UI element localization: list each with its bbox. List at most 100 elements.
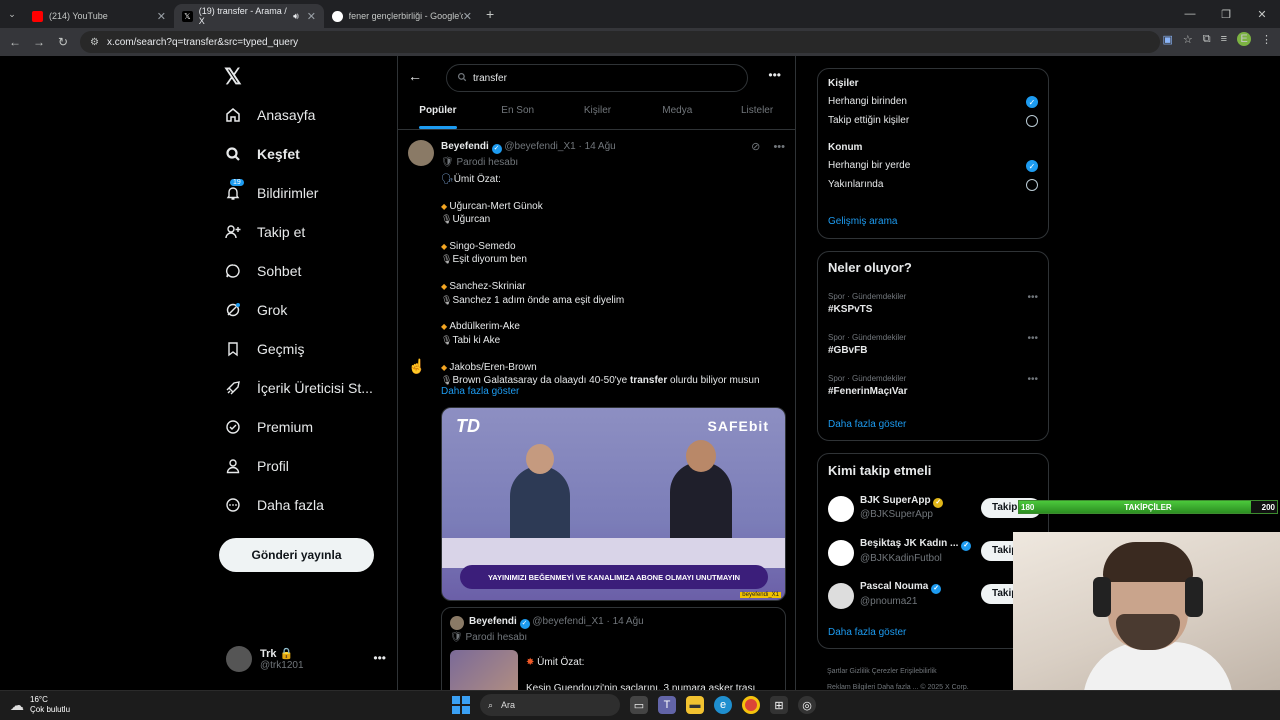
- x-logo[interactable]: 𝕏: [224, 64, 242, 90]
- media-control-icon[interactable]: ≡: [1221, 33, 1227, 45]
- nav-chat[interactable]: Sohbet: [224, 262, 301, 280]
- forward-icon[interactable]: →: [27, 35, 51, 49]
- premium-icon: [224, 418, 242, 436]
- profile-avatar[interactable]: E: [1237, 32, 1251, 46]
- nav-creator-studio[interactable]: İçerik Üreticisi St...: [224, 379, 373, 397]
- close-icon[interactable]: ✕: [157, 10, 166, 23]
- filter-anyone-label[interactable]: Herhangi birinden: [828, 96, 907, 107]
- filter-nearby-radio[interactable]: [1026, 179, 1038, 191]
- avatar[interactable]: [828, 583, 854, 609]
- tab-popular[interactable]: Popüler: [398, 96, 478, 129]
- edge-icon[interactable]: e: [714, 696, 732, 714]
- back-icon[interactable]: ←: [3, 35, 27, 49]
- trend-category: Spor · Gündemdekiler: [828, 292, 907, 301]
- windows-start-icon[interactable]: [452, 696, 470, 714]
- avatar: [450, 616, 464, 630]
- minimize-icon[interactable]: —: [1172, 8, 1208, 20]
- bookmark-star-icon[interactable]: ☆: [1183, 33, 1193, 46]
- weather-widget[interactable]: ☁ 16°C Çok bulutlu: [10, 695, 70, 715]
- nav-more[interactable]: Daha fazla: [224, 496, 324, 514]
- restore-icon[interactable]: ❐: [1208, 8, 1244, 21]
- file-explorer-icon[interactable]: ▬: [686, 696, 704, 714]
- nav-bookmarks[interactable]: Geçmiş: [224, 340, 304, 358]
- notification-badge: 19: [230, 179, 244, 186]
- new-tab-icon[interactable]: +: [486, 6, 494, 22]
- chrome-icon[interactable]: [742, 696, 760, 714]
- browser-menu-icon[interactable]: ⋮: [1261, 33, 1272, 46]
- filter-nearby-label[interactable]: Yakınlarında: [828, 179, 883, 190]
- grok-icon: [224, 301, 242, 319]
- nav-follow[interactable]: Takip et: [224, 223, 305, 241]
- game-icon[interactable]: ◎: [798, 696, 816, 714]
- author-name[interactable]: Beyefendi: [441, 141, 489, 152]
- avatar[interactable]: [828, 496, 854, 522]
- speaker-icon[interactable]: 🔊︎: [293, 11, 299, 22]
- nav-grok[interactable]: Grok: [224, 301, 287, 319]
- close-icon[interactable]: ✕: [463, 10, 472, 23]
- address-bar[interactable]: ⚙ x.com/search?q=transfer&src=typed_quer…: [80, 31, 1160, 53]
- screencast-icon[interactable]: ▣: [1162, 33, 1172, 46]
- filter-anywhere-label[interactable]: Herhangi bir yerde: [828, 160, 910, 171]
- trend-tag[interactable]: #GBvFB: [828, 345, 867, 356]
- nav-premium[interactable]: Premium: [224, 418, 313, 436]
- trends-show-more-link[interactable]: Daha fazla göster: [828, 419, 906, 430]
- close-icon[interactable]: ✕: [307, 10, 316, 23]
- reload-icon[interactable]: ↻: [51, 35, 75, 49]
- tweet-date[interactable]: · 14 Ağu: [578, 141, 615, 152]
- store-icon[interactable]: ⊞: [770, 696, 788, 714]
- suggested-name[interactable]: Pascal Nouma ✓: [860, 581, 942, 594]
- nav-label: Daha fazla: [257, 497, 324, 513]
- taskbar-search[interactable]: ⌕ Ara: [480, 694, 620, 716]
- account-switcher[interactable]: Trk 🔒 @trk1201 •••: [226, 641, 386, 677]
- more-options-icon[interactable]: •••: [773, 141, 785, 153]
- nav-home[interactable]: Anasayfa: [224, 106, 315, 124]
- microphone-icon: 🎙︎: [441, 214, 453, 225]
- filter-anyone-radio[interactable]: ✓: [1026, 96, 1038, 108]
- search-results-column: ← transfer ••• Popüler En Son Kişiler Me…: [397, 56, 796, 690]
- tab-media[interactable]: Medya: [637, 96, 717, 129]
- post-button[interactable]: Gönderi yayınla: [219, 538, 374, 572]
- extensions-icon[interactable]: ⧉: [1203, 33, 1211, 46]
- browser-tab-google[interactable]: fener gençlerbirliği - Google'da ✕: [324, 4, 480, 28]
- author-handle[interactable]: @beyefendi_X1: [504, 141, 575, 152]
- account-menu-icon[interactable]: •••: [373, 651, 386, 665]
- footer-line[interactable]: Şartlar Gizlilik Çerezler Erişilebilirli…: [827, 664, 1017, 680]
- grok-icon[interactable]: ⊘: [751, 141, 760, 153]
- task-view-icon[interactable]: ▭: [630, 696, 648, 714]
- explosion-icon: ✸: [526, 657, 538, 668]
- filter-following-radio[interactable]: [1026, 115, 1038, 127]
- site-info-icon[interactable]: ⚙: [90, 37, 99, 48]
- browser-tab-youtube[interactable]: (214) YouTube ✕: [24, 4, 174, 28]
- quote-author-handle: @beyefendi_X1: [532, 616, 604, 627]
- show-more-link[interactable]: Daha fazla göster: [441, 386, 519, 397]
- filter-following-label[interactable]: Takip ettiğin kişiler: [828, 115, 909, 126]
- avatar[interactable]: [408, 140, 434, 166]
- quoted-tweet[interactable]: Beyefendi ✓ @beyefendi_X1 · 14 Ağu 🛡︎ Pa…: [441, 607, 786, 690]
- trend-more-icon[interactable]: •••: [1027, 333, 1038, 344]
- tweet-video[interactable]: TD SAFEbit YAYINIMIZI BEĞENMEYİ VE KANAL…: [441, 407, 786, 601]
- teams-icon[interactable]: T: [658, 696, 676, 714]
- suggested-name[interactable]: Beşiktaş JK Kadın ... ✓: [860, 538, 972, 551]
- browser-tab-x[interactable]: 𝕏 (19) transfer - Arama / X 🔊︎ ✕: [174, 4, 324, 28]
- advanced-search-link[interactable]: Gelişmiş arama: [828, 216, 897, 227]
- nav-explore[interactable]: Keşfet: [224, 145, 300, 163]
- who-to-follow-show-more-link[interactable]: Daha fazla göster: [828, 627, 906, 638]
- avatar[interactable]: [828, 540, 854, 566]
- filter-anywhere-radio[interactable]: ✓: [1026, 160, 1038, 172]
- tab-lists[interactable]: Listeler: [717, 96, 795, 129]
- suggested-name[interactable]: BJK SuperApp ✓: [860, 495, 944, 508]
- tab-people[interactable]: Kişiler: [558, 96, 638, 129]
- trend-tag[interactable]: #FenerinMaçıVar: [828, 386, 907, 397]
- tab-latest[interactable]: En Son: [478, 96, 558, 129]
- nav-notifications[interactable]: 19 Bildirimler: [224, 179, 318, 202]
- nav-profile[interactable]: Profil: [224, 457, 289, 475]
- window-close-icon[interactable]: ✕: [1244, 8, 1280, 21]
- trend-tag[interactable]: #KSPvTS: [828, 304, 872, 315]
- search-options-icon[interactable]: •••: [768, 68, 781, 82]
- tab-list-chevron-icon[interactable]: ⌄: [0, 9, 24, 20]
- search-input[interactable]: transfer: [446, 64, 748, 92]
- trend-more-icon[interactable]: •••: [1027, 374, 1038, 385]
- back-arrow-icon[interactable]: ←: [408, 68, 422, 84]
- cloud-icon: ☁: [10, 697, 24, 713]
- trend-more-icon[interactable]: •••: [1027, 292, 1038, 303]
